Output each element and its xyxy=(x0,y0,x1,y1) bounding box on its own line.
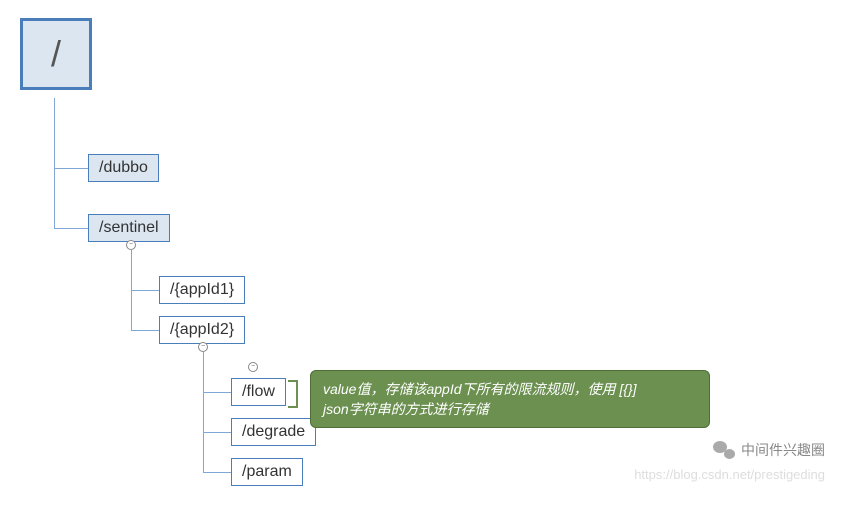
bracket-icon xyxy=(288,380,298,408)
connector xyxy=(203,432,231,433)
wechat-icon xyxy=(713,441,735,459)
tooltip-line2: json字符串的方式进行存储 xyxy=(323,399,697,419)
connector xyxy=(203,392,231,393)
connector xyxy=(131,330,159,331)
node-dubbo: /dubbo xyxy=(88,154,159,182)
toggle-icon[interactable]: − xyxy=(126,240,136,250)
node-flow: /flow xyxy=(231,378,286,406)
tooltip-flow-value: value值，存储该appId下所有的限流规则，使用 [{}] json字符串的… xyxy=(310,370,710,428)
tooltip-line1: value值，存储该appId下所有的限流规则，使用 [{}] xyxy=(323,379,697,399)
connector xyxy=(54,168,88,169)
node-appid1: /{appId1} xyxy=(159,276,245,304)
toggle-icon[interactable]: − xyxy=(248,362,258,372)
connector xyxy=(203,352,204,472)
connector xyxy=(54,98,55,228)
watermark-url: https://blog.csdn.net/prestigeding xyxy=(634,467,825,482)
node-appid2: /{appId2} xyxy=(159,316,245,344)
connector xyxy=(54,228,88,229)
watermark-wechat-text: 中间件兴趣圈 xyxy=(741,440,825,460)
connector xyxy=(131,290,159,291)
node-sentinel: /sentinel xyxy=(88,214,170,242)
node-root: / xyxy=(20,18,92,90)
watermark-wechat: 中间件兴趣圈 xyxy=(713,440,825,460)
connector xyxy=(203,472,231,473)
node-degrade: /degrade xyxy=(231,418,316,446)
node-param: /param xyxy=(231,458,303,486)
toggle-icon[interactable]: − xyxy=(198,342,208,352)
